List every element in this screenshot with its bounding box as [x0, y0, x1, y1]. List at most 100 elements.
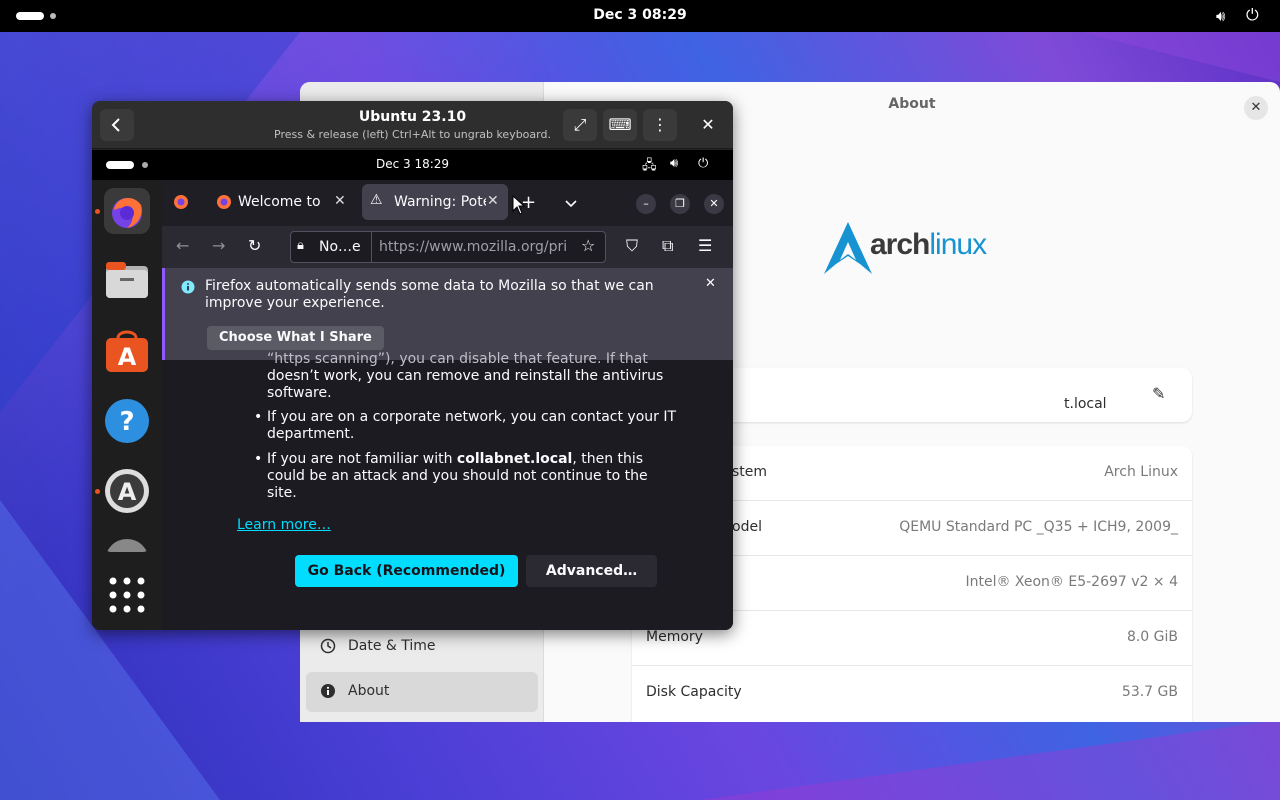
info-key: Memory [646, 629, 703, 645]
sidebar-item-about[interactable]: About [306, 672, 538, 712]
arch-logo-icon [824, 222, 872, 274]
logo-text-linux: linux [929, 228, 987, 261]
power-icon[interactable]: ⏻ [698, 156, 708, 171]
power-icon[interactable]: ⏻ [1246, 5, 1259, 25]
tab-label: Warning: Pote [394, 194, 486, 210]
guest-top-bar: Dec 3 18:29 🖧 🔊︎ ⏻ [92, 150, 733, 180]
choose-what-i-share-button[interactable]: Choose What I Share [207, 326, 384, 350]
info-row-disk: Disk Capacity 53.7 GB [632, 666, 1192, 721]
guest-clock[interactable]: Dec 3 18:29 [92, 157, 733, 171]
firefox-icon [174, 195, 188, 209]
text-line: site. [267, 485, 297, 501]
volume-icon[interactable]: 🔊︎ [670, 156, 678, 171]
info-icon [321, 684, 335, 698]
url-text[interactable]: https://www.mozilla.org/pri [379, 239, 569, 255]
top-bar-clock[interactable]: Dec 3 08:29 [0, 7, 1280, 23]
wallpaper-facet [1080, 32, 1280, 82]
wallpaper-facet [700, 720, 1280, 800]
identity-lock-icon: 🔒︎ [297, 238, 304, 253]
close-notification-icon[interactable]: ✕ [705, 276, 716, 291]
sidebar-item-label: Date & Time [348, 638, 436, 654]
files-icon[interactable] [104, 258, 150, 304]
device-name-value: t.local [1064, 396, 1107, 412]
tab-label: Welcome to Fi [238, 194, 326, 210]
bookmark-star-icon[interactable]: ☆ [581, 236, 595, 255]
bullet-dot: • [254, 451, 263, 467]
tab-welcome[interactable]: Welcome to Fi ✕ [206, 184, 352, 220]
url-bar[interactable]: 🔒︎ No…e https://www.mozilla.org/pri ☆ [290, 231, 606, 263]
software-updater-icon[interactable]: A [104, 468, 150, 514]
info-value: 8.0 GiB [1126, 629, 1178, 645]
extensions-icon[interactable]: ⧉ [662, 236, 673, 256]
running-indicator [95, 209, 100, 214]
url-separator [371, 232, 372, 262]
close-tab-icon[interactable]: ✕ [334, 193, 346, 209]
go-back-button[interactable]: Go Back (Recommended) [295, 555, 518, 587]
vm-header-bar: Ubuntu 23.10 Press & release (left) Ctrl… [92, 101, 733, 149]
nav-bar: ← → ↻ 🔒︎ No…e https://www.mozilla.org/pr… [162, 226, 733, 268]
svg-text:?: ? [119, 407, 134, 437]
learn-more-link[interactable]: Learn more… [237, 517, 331, 534]
text-line: department. [267, 426, 355, 442]
warning-page-content: “https scanning”), you can disable that … [162, 351, 733, 630]
info-key: stem [732, 464, 768, 480]
info-key: odel [732, 519, 762, 535]
clock-icon [320, 638, 336, 654]
text-line: could be an attack and you should not co… [267, 468, 648, 484]
text-line: doesn’t work, you can remove and reinsta… [267, 368, 664, 384]
network-icon[interactable]: 🖧 [642, 156, 657, 178]
fullscreen-button[interactable]: ⤢ [563, 109, 597, 141]
text-fragment: , then this [572, 451, 644, 467]
show-apps-icon[interactable] [104, 572, 150, 618]
volume-icon[interactable]: 🔊︎ [1216, 7, 1225, 25]
app-center-icon[interactable]: A [104, 328, 150, 374]
help-icon[interactable]: ? [104, 398, 150, 444]
app-menu-icon[interactable]: ☰ [698, 236, 712, 255]
sidebar-item-date-time[interactable]: Date & Time [306, 627, 538, 667]
site-name: collabnet.local [456, 451, 573, 467]
bullet-dot: • [254, 409, 263, 425]
tab-warning[interactable]: ⚠ Warning: Pote ✕ [362, 184, 508, 220]
firefox-window: Welcome to Fi ✕ ⚠ Warning: Pote ✕ + – ❐ … [162, 180, 733, 630]
top-bar: Dec 3 08:29 🔊︎ ⏻ [0, 0, 1280, 32]
text-line: software. [267, 385, 332, 401]
keyboard-button[interactable]: ⌨ [603, 109, 637, 141]
text-line: If you are on a corporate network, you c… [267, 409, 677, 425]
vm-viewer-window: Ubuntu 23.10 Press & release (left) Ctrl… [92, 101, 733, 630]
minimize-button[interactable]: – [636, 194, 656, 214]
firefox-view-tab[interactable] [166, 184, 196, 220]
firefox-icon [217, 195, 231, 209]
info-icon [181, 280, 195, 294]
close-button[interactable]: ✕ [691, 109, 725, 141]
maximize-button[interactable]: ❐ [670, 194, 690, 214]
guest-dock: A ? A [92, 180, 162, 630]
identity-label[interactable]: No…e [319, 239, 361, 255]
close-button[interactable]: ✕ [1244, 96, 1268, 120]
close-button[interactable]: ✕ [704, 194, 724, 214]
forward-icon[interactable]: → [212, 236, 225, 255]
text-line: “https scanning”), you can disable that … [267, 351, 648, 367]
back-icon[interactable]: ← [176, 236, 189, 255]
text-line: If you are not familiar with collabnet.l… [267, 451, 643, 468]
text-fragment: If you are not familiar with [267, 451, 457, 467]
edit-icon[interactable]: ✎ [1152, 384, 1165, 403]
warning-icon: ⚠ [370, 192, 383, 208]
close-tab-icon[interactable]: ✕ [487, 193, 499, 209]
data-notification-bar: Firefox automatically sends some data to… [162, 268, 733, 360]
info-value: Arch Linux [1104, 464, 1178, 480]
logo-text-arch: arch [870, 228, 930, 261]
advanced-button[interactable]: Advanced… [526, 555, 657, 587]
info-value: 53.7 GB [1121, 684, 1178, 700]
svg-text:A: A [118, 478, 137, 506]
chevron-down-icon[interactable] [564, 197, 578, 211]
notification-message: Firefox automatically sends some data to… [205, 278, 654, 311]
pocket-icon[interactable]: ⛉ [626, 236, 638, 256]
firefox-icon[interactable] [104, 188, 150, 234]
arch-linux-logo: archlinux [822, 220, 1012, 280]
partial-app-icon[interactable] [104, 538, 150, 552]
svg-text:A: A [118, 343, 137, 371]
menu-button[interactable]: ⋮ [643, 109, 677, 141]
info-key: Disk Capacity [646, 684, 742, 700]
reload-icon[interactable]: ↻ [248, 236, 261, 255]
mouse-cursor [512, 195, 526, 215]
